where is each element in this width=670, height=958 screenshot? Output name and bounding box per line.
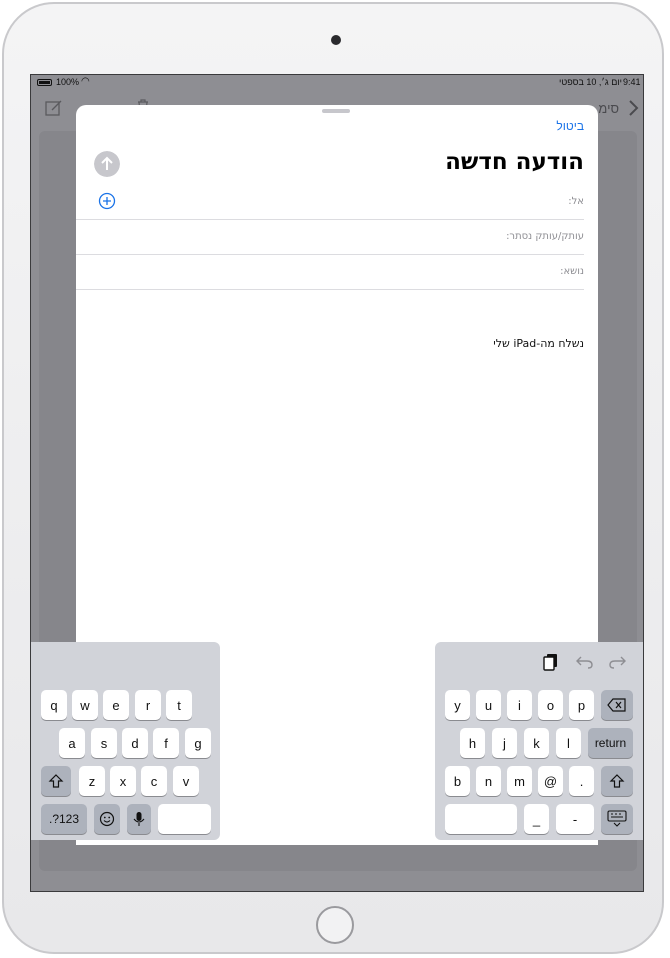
emoji-icon [99,811,115,827]
key-z[interactable]: z [79,766,105,796]
send-button[interactable] [94,151,120,177]
cc-bcc-field[interactable]: עותק/עותק נסתר: [76,220,584,255]
key-period[interactable]: . [569,766,594,796]
return-key[interactable]: return [588,728,633,758]
chevron-right-icon [629,100,639,116]
numbers-key[interactable]: .?123 [41,804,87,834]
key-g[interactable]: g [185,728,211,758]
keyboard-left-half: q w e r t a s d f g z x c v .?123 [31,642,220,840]
key-t[interactable]: t [166,690,192,720]
key-b[interactable]: b [445,766,470,796]
dictation-key[interactable] [127,804,151,834]
battery-icon [37,79,52,86]
message-body-signature[interactable]: נשלח מה-iPad שלי [493,337,584,350]
status-bar: 100% ◠ יום ג׳, 10 בספטי 9:41 [31,75,643,91]
key-r[interactable]: r [135,690,161,720]
key-i[interactable]: i [507,690,532,720]
key-m[interactable]: m [507,766,532,796]
key-o[interactable]: o [538,690,563,720]
hide-keyboard-key[interactable] [601,804,633,834]
backspace-icon [607,698,626,712]
key-l[interactable]: l [556,728,581,758]
screen: 100% ◠ יום ג׳, 10 בספטי 9:41 סימ ביטול ה… [30,74,644,892]
home-button[interactable] [316,906,354,944]
key-d[interactable]: d [122,728,148,758]
key-v[interactable]: v [173,766,199,796]
shift-key-left[interactable] [41,766,71,796]
ipad-frame: 100% ◠ יום ג׳, 10 בספטי 9:41 סימ ביטול ה… [2,2,664,954]
key-h[interactable]: h [460,728,485,758]
key-c[interactable]: c [141,766,167,796]
key-w[interactable]: w [72,690,98,720]
key-a[interactable]: a [59,728,85,758]
cc-bcc-label: עותק/עותק נסתר: [506,231,584,242]
status-date: יום ג׳, 10 בספטי [559,77,622,87]
plus-circle-icon[interactable] [98,192,116,210]
key-p[interactable]: p [569,690,594,720]
key-e[interactable]: e [103,690,129,720]
keyboard-dismiss-icon [607,810,627,827]
delete-key[interactable] [601,690,633,720]
microphone-icon [133,812,145,826]
cancel-button[interactable]: ביטול [556,119,584,133]
space-key-right[interactable] [445,804,517,834]
subject-label: נושא: [560,266,584,277]
keyboard-right-half: y u i o p h j k l return b n m @ . _ - [435,642,643,840]
key-j[interactable]: j [492,728,517,758]
key-underscore[interactable]: _ [524,804,549,834]
compose-title: הודעה חדשה [445,149,584,175]
key-q[interactable]: q [41,690,67,720]
redo-icon[interactable] [607,652,627,672]
status-time: 9:41 [623,77,641,87]
key-s[interactable]: s [91,728,117,758]
shift-icon [609,774,625,788]
space-key-left[interactable] [158,804,211,834]
key-x[interactable]: x [110,766,136,796]
key-n[interactable]: n [476,766,501,796]
sheet-grabber[interactable] [322,109,350,113]
battery-percentage: 100% [56,77,80,87]
compose-icon [45,100,62,116]
key-k[interactable]: k [524,728,549,758]
subject-field[interactable]: נושא: [76,255,584,290]
wifi-icon: ◠ [81,76,90,87]
key-u[interactable]: u [476,690,501,720]
key-at[interactable]: @ [538,766,563,796]
clipboard-icon[interactable] [541,652,561,672]
front-camera [331,35,341,45]
to-label: אל: [568,196,584,207]
shift-key-right[interactable] [601,766,633,796]
back-label: סימ [598,101,619,116]
key-y[interactable]: y [445,690,470,720]
key-hyphen[interactable]: - [556,804,594,834]
shift-icon [48,774,64,788]
emoji-key[interactable] [94,804,120,834]
key-f[interactable]: f [153,728,179,758]
undo-icon[interactable] [575,652,595,672]
to-field[interactable]: אל: [76,185,584,220]
